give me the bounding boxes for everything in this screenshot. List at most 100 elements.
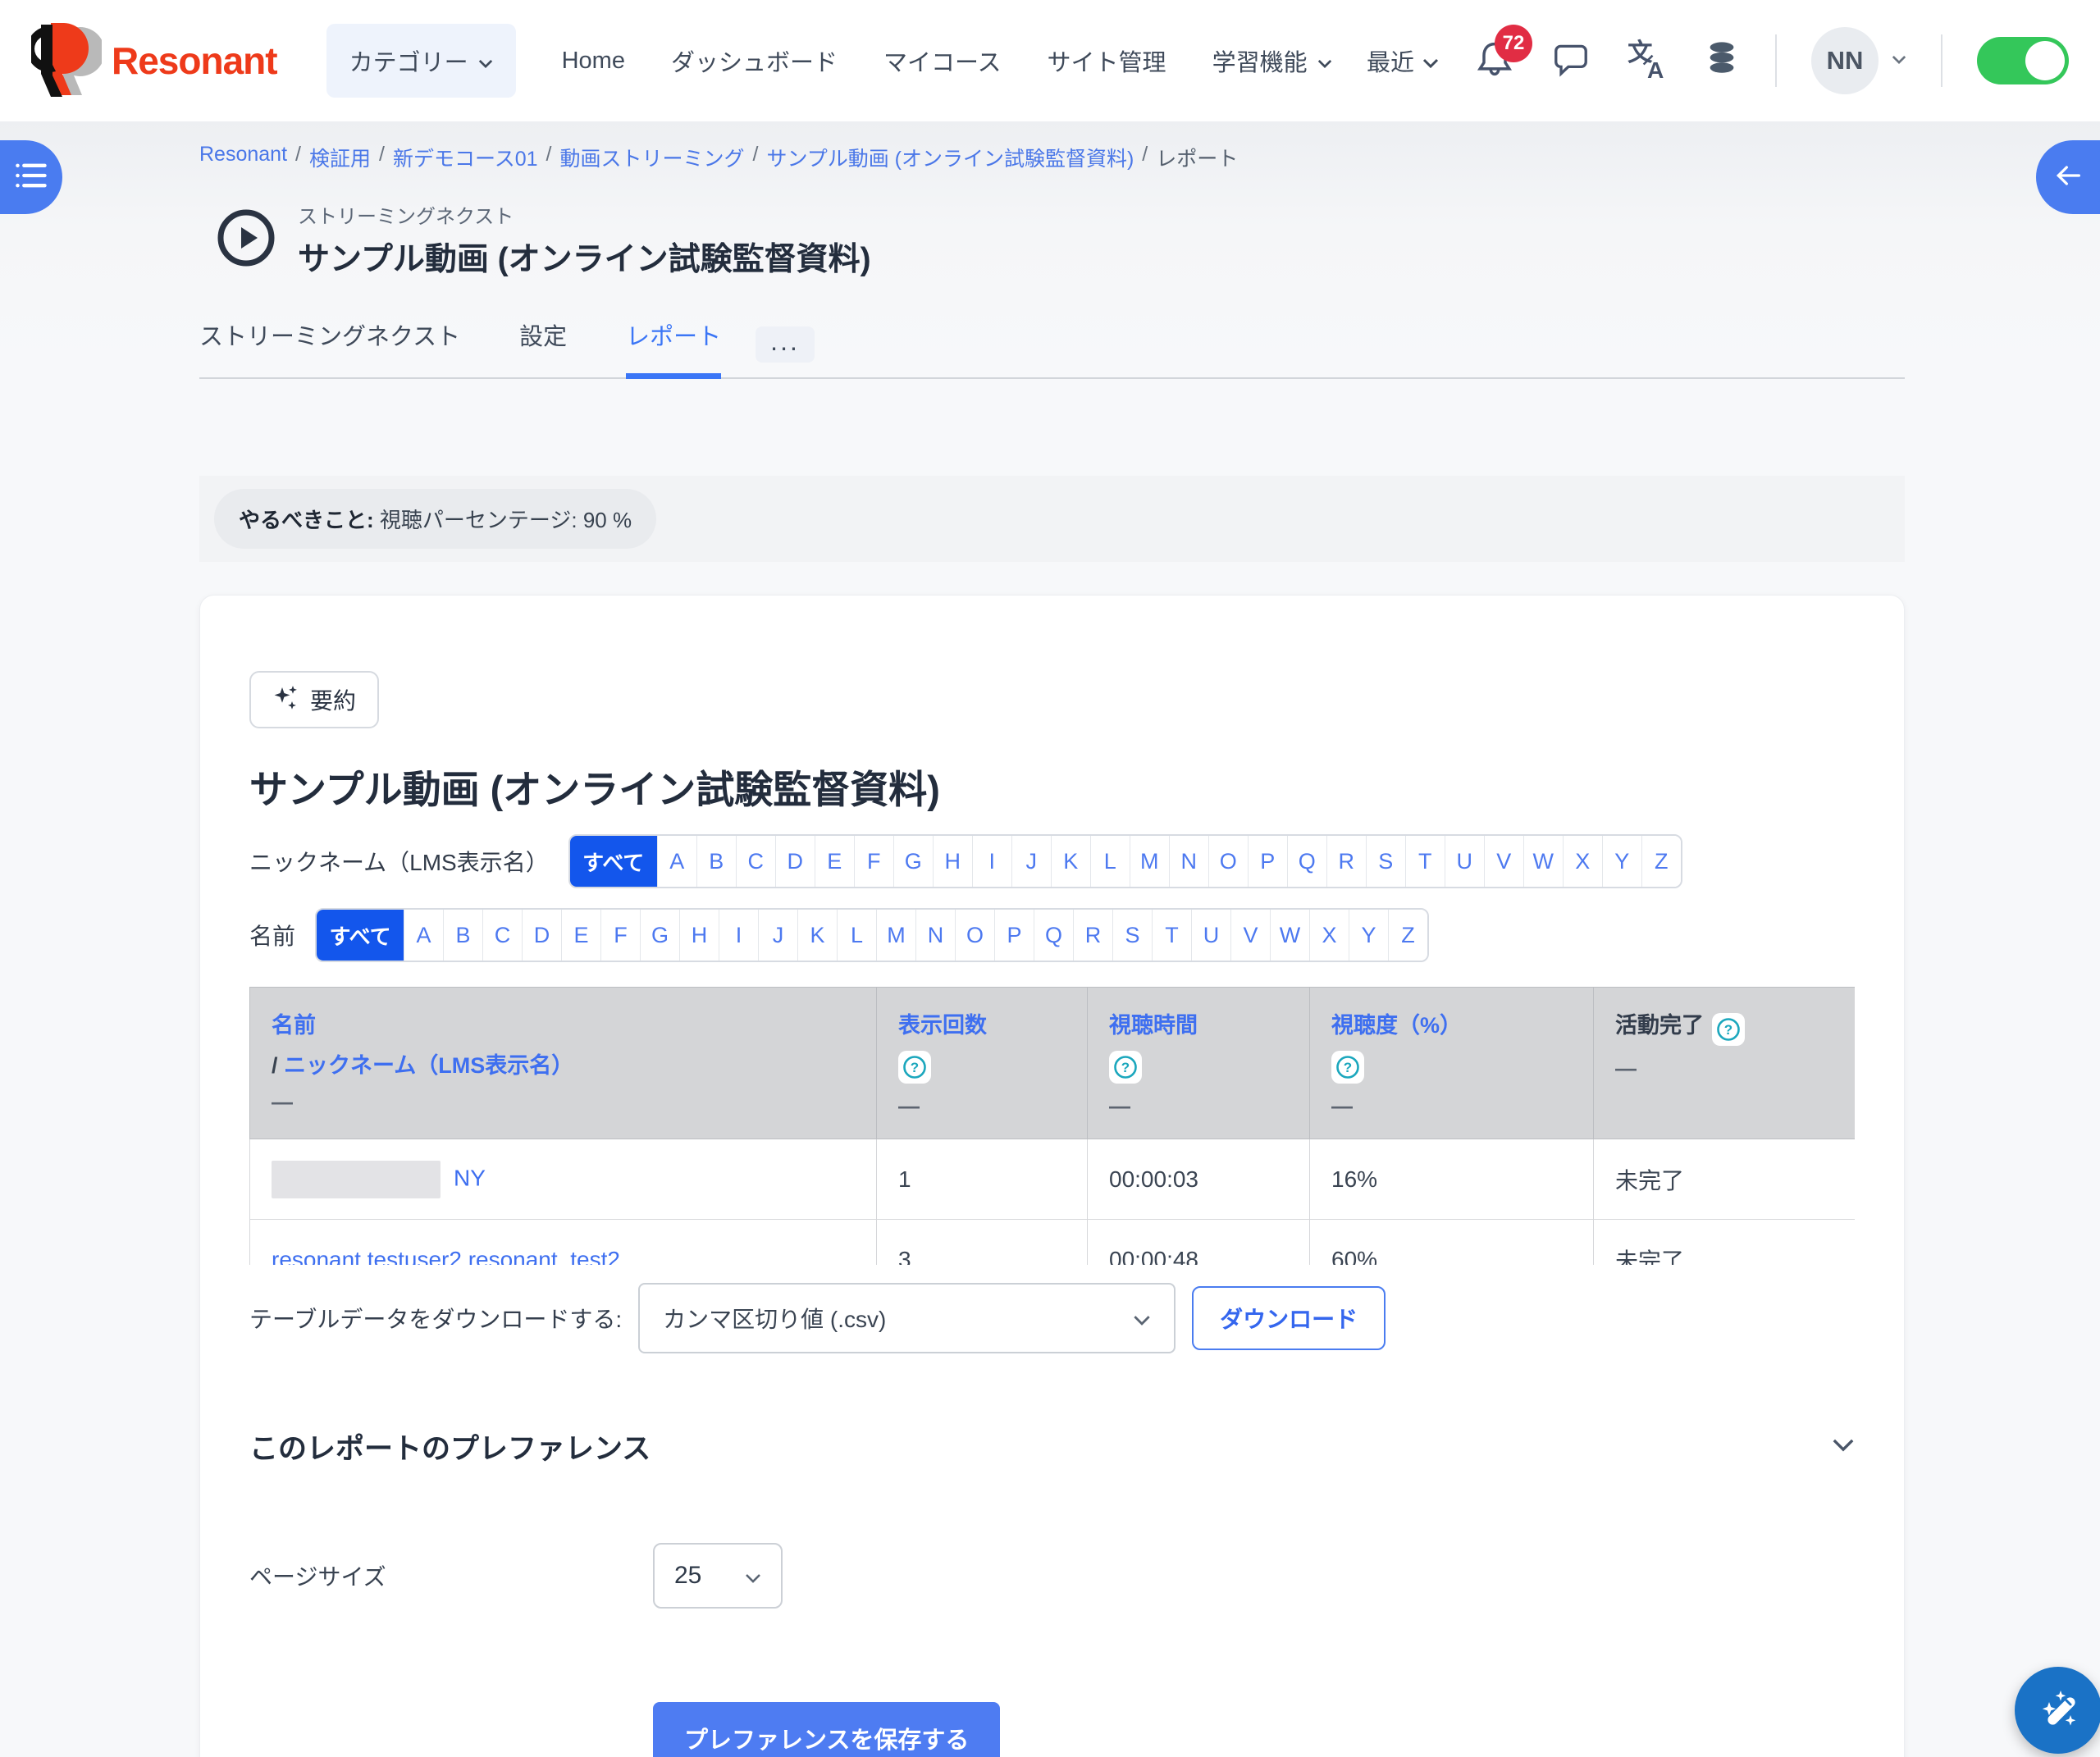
help-icon-views[interactable]: ?: [898, 1051, 931, 1084]
filter-nickname-all[interactable]: すべて: [570, 836, 657, 887]
filter-nickname-letter-X[interactable]: X: [1563, 836, 1602, 887]
filter-nickname-letter-J[interactable]: J: [1011, 836, 1051, 887]
page-size-select[interactable]: 25: [653, 1543, 783, 1609]
filter-firstname-letter-N[interactable]: N: [915, 910, 955, 961]
edit-mode-toggle[interactable]: [1977, 37, 2069, 84]
filter-nickname-letter-F[interactable]: F: [854, 836, 893, 887]
notifications-button[interactable]: 72: [1473, 38, 1516, 84]
filter-firstname-letter-B[interactable]: B: [443, 910, 482, 961]
filter-firstname-letter-A[interactable]: A: [404, 910, 443, 961]
language-button[interactable]: 文 A: [1626, 38, 1669, 84]
tab-streaming-next[interactable]: ストリーミングネクスト: [199, 317, 460, 379]
filter-firstname-letter-F[interactable]: F: [600, 910, 640, 961]
filter-firstname-letter-K[interactable]: K: [797, 910, 837, 961]
filter-firstname-letter-P[interactable]: P: [994, 910, 1034, 961]
filter-firstname-letter-G[interactable]: G: [640, 910, 679, 961]
column-sort-link-watch-time[interactable]: 視聴時間: [1109, 1013, 1198, 1038]
column-hide-dash-name[interactable]: —: [272, 1089, 855, 1115]
help-icon-watch-percent[interactable]: ?: [1331, 1051, 1364, 1084]
help-icon-completion[interactable]: ?: [1712, 1013, 1745, 1046]
filter-firstname-letter-L[interactable]: L: [837, 910, 876, 961]
database-button[interactable]: [1703, 39, 1741, 84]
filter-nickname-letter-K[interactable]: K: [1051, 836, 1090, 887]
column-sort-link-name[interactable]: 名前: [272, 1013, 316, 1038]
filter-firstname-letter-U[interactable]: U: [1191, 910, 1230, 961]
filter-nickname-letter-M[interactable]: M: [1130, 836, 1169, 887]
nav-item-my-courses[interactable]: マイコース: [883, 43, 1002, 78]
nav-item-categories[interactable]: カテゴリー: [326, 24, 516, 98]
filter-firstname-letter-J[interactable]: J: [758, 910, 797, 961]
filter-nickname-letter-W[interactable]: W: [1523, 836, 1563, 887]
filter-nickname-letter-L[interactable]: L: [1090, 836, 1130, 887]
filter-nickname-letter-Z[interactable]: Z: [1641, 836, 1681, 887]
user-link[interactable]: resonant testuser2 resonant_test2: [272, 1247, 620, 1266]
filter-firstname-letter-V[interactable]: V: [1230, 910, 1270, 961]
filter-nickname-letter-D[interactable]: D: [775, 836, 815, 887]
column-sort-link-watch-percent[interactable]: 視聴度（%）: [1331, 1013, 1462, 1038]
logo[interactable]: Resonant: [31, 20, 277, 103]
download-format-select[interactable]: カンマ区切り値 (.csv): [638, 1283, 1176, 1353]
summarize-button[interactable]: 要約: [249, 671, 379, 728]
user-menu[interactable]: NN: [1811, 27, 1906, 94]
filter-nickname-letter-E[interactable]: E: [815, 836, 854, 887]
filter-nickname-letter-R[interactable]: R: [1326, 836, 1366, 887]
filter-firstname-letter-Y[interactable]: Y: [1349, 910, 1388, 961]
filter-firstname-letter-I[interactable]: I: [719, 910, 758, 961]
nav-item-dashboard[interactable]: ダッシュボード: [671, 43, 838, 78]
breadcrumb-link[interactable]: Resonant: [199, 143, 287, 172]
filter-nickname-letter-V[interactable]: V: [1484, 836, 1523, 887]
filter-firstname-letter-X[interactable]: X: [1309, 910, 1349, 961]
filter-nickname-letter-G[interactable]: G: [893, 836, 933, 887]
nav-item-learning-features[interactable]: 学習機能: [1212, 43, 1332, 78]
save-preferences-button[interactable]: プレファレンスを保存する: [653, 1702, 1000, 1757]
filter-firstname-letter-Z[interactable]: Z: [1388, 910, 1427, 961]
nav-item-home[interactable]: Home: [562, 48, 625, 75]
filter-firstname-letter-E[interactable]: E: [561, 910, 600, 961]
filter-firstname-letter-R[interactable]: R: [1073, 910, 1112, 961]
filter-nickname-letter-T[interactable]: T: [1405, 836, 1445, 887]
column-hide-dash-watch-percent[interactable]: —: [1331, 1093, 1572, 1119]
filter-nickname-letter-H[interactable]: H: [933, 836, 972, 887]
filter-firstname-letter-O[interactable]: O: [955, 910, 994, 961]
filter-nickname-letter-C[interactable]: C: [736, 836, 775, 887]
filter-firstname-letter-M[interactable]: M: [876, 910, 915, 961]
filter-firstname-letter-W[interactable]: W: [1270, 910, 1309, 961]
column-sort-link-nickname[interactable]: ニックネーム（LMS表示名）: [284, 1053, 573, 1078]
help-icon-watch-time[interactable]: ?: [1109, 1051, 1142, 1084]
preferences-collapse-header[interactable]: このレポートのプレファレンス: [249, 1426, 1855, 1467]
column-sort-link-views[interactable]: 表示回数: [898, 1013, 987, 1038]
column-hide-dash-completion[interactable]: —: [1615, 1056, 1835, 1081]
filter-firstname-letter-C[interactable]: C: [482, 910, 522, 961]
filter-firstname-letter-H[interactable]: H: [679, 910, 719, 961]
tab-settings[interactable]: 設定: [519, 317, 567, 379]
breadcrumb-link[interactable]: 新デモコース01: [393, 143, 538, 172]
tab-report[interactable]: レポート: [626, 317, 721, 379]
filter-nickname-letter-U[interactable]: U: [1445, 836, 1484, 887]
column-hide-dash-watch-time[interactable]: —: [1109, 1093, 1288, 1119]
breadcrumb-link[interactable]: 動画ストリーミング: [559, 143, 744, 172]
filter-nickname-letter-A[interactable]: A: [657, 836, 696, 887]
breadcrumb-link[interactable]: 検証用: [309, 143, 371, 172]
filter-nickname-letter-B[interactable]: B: [696, 836, 736, 887]
filter-nickname-letter-P[interactable]: P: [1248, 836, 1287, 887]
ai-assistant-button[interactable]: [2015, 1667, 2100, 1754]
messages-button[interactable]: [1550, 39, 1591, 84]
filter-firstname-letter-S[interactable]: S: [1112, 910, 1152, 961]
filter-nickname-letter-Y[interactable]: Y: [1602, 836, 1641, 887]
filter-firstname-all[interactable]: すべて: [317, 910, 404, 961]
column-hide-dash-views[interactable]: —: [898, 1093, 1066, 1119]
filter-firstname-letter-Q[interactable]: Q: [1034, 910, 1073, 961]
breadcrumb-link[interactable]: サンプル動画 (オンライン試験監督資料): [766, 143, 1134, 172]
filter-nickname-letter-S[interactable]: S: [1366, 836, 1405, 887]
filter-nickname-letter-Q[interactable]: Q: [1287, 836, 1326, 887]
filter-nickname-letter-N[interactable]: N: [1169, 836, 1208, 887]
filter-firstname-letter-D[interactable]: D: [522, 910, 561, 961]
filter-nickname-letter-I[interactable]: I: [972, 836, 1011, 887]
tab-more-button[interactable]: ...: [756, 326, 815, 363]
user-link[interactable]: NY: [454, 1165, 486, 1190]
filter-nickname-letter-O[interactable]: O: [1208, 836, 1248, 887]
download-button[interactable]: ダウンロード: [1192, 1286, 1386, 1350]
filter-firstname-letter-T[interactable]: T: [1152, 910, 1191, 961]
nav-item-site-admin[interactable]: サイト管理: [1048, 43, 1166, 78]
recent-menu[interactable]: 最近: [1367, 43, 1439, 78]
